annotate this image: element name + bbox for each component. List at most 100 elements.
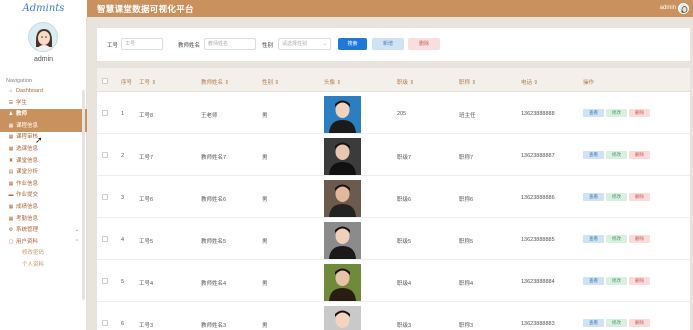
sidebar-scrollbar[interactable] [82, 90, 85, 300]
sidebar-item-dashboard[interactable]: ⌂ Dashboard [0, 86, 87, 98]
teacher-photo[interactable] [324, 96, 361, 133]
col-phone[interactable]: 电话 ⇕ [521, 78, 538, 86]
cell-rank: 职级3 [397, 323, 412, 329]
teacher-photo[interactable] [324, 180, 361, 217]
teacher-photo[interactable] [324, 264, 361, 301]
cell-phone: 13623888883 [521, 321, 555, 327]
chevron-down-icon: ⌄ [74, 227, 79, 234]
edit-button[interactable]: 修改 [606, 319, 627, 327]
grid-icon: ▦ [8, 134, 14, 141]
sidebar-username: admin [33, 56, 54, 63]
sidebar-item-teachers[interactable]: ♟ 教师 [0, 109, 87, 121]
edit-button[interactable]: 修改 [606, 109, 627, 117]
col-rank[interactable]: 职级 ⇕ [397, 78, 414, 86]
search-button[interactable]: 搜索 [338, 38, 367, 50]
add-button[interactable]: 新增 [372, 38, 404, 50]
row-checkbox[interactable] [102, 194, 108, 200]
sidebar-item-grades[interactable]: ▦ 成绩信息 [0, 202, 87, 214]
cell-rank: 职级4 [397, 281, 412, 287]
cell-name: 教师姓名5 [201, 239, 227, 245]
cell-phone: 13623888888 [521, 111, 555, 117]
cell-name: 教师姓名6 [201, 197, 227, 203]
edit-button[interactable]: 修改 [606, 235, 627, 243]
cell-title: 职称5 [459, 239, 474, 245]
view-button[interactable]: 查看 [583, 151, 604, 159]
view-button[interactable]: 查看 [583, 193, 604, 201]
teacher-photo[interactable] [324, 306, 361, 330]
col-title[interactable]: 职称 ⇕ [459, 78, 476, 86]
doc-icon: ▢ [8, 238, 14, 245]
view-button[interactable]: 查看 [583, 109, 604, 117]
view-button[interactable]: 查看 [583, 235, 604, 243]
table-row[interactable]: 6 工号3 教师姓名3 男 职级3 职称3 13623888883 查看 修改 删除 [97, 303, 690, 330]
table-row[interactable]: 5 工号4 教师姓名4 男 职级4 职称4 13623888884 查看 修改 删除 [97, 261, 690, 302]
col-id[interactable]: 工号 ⇕ [139, 78, 156, 86]
sidebar-subitem-personal-info[interactable]: 个人资料 [0, 260, 87, 272]
header-username[interactable]: admin [660, 5, 676, 11]
row-delete-button[interactable]: 删除 [629, 277, 650, 285]
row-checkbox[interactable] [102, 278, 108, 284]
header-avatar[interactable] [678, 3, 689, 14]
sidebar-item-course-selection[interactable]: ▦ 选课信息 [0, 144, 87, 156]
edit-button[interactable]: 修改 [606, 193, 627, 201]
sidebar: Admints admin Navigation ⌂ Dashboard ☰ 学生 … [0, 0, 87, 330]
cell-name: 教师姓名4 [201, 281, 227, 287]
sidebar-item-homework-submit[interactable]: ▬ 作业提交 [0, 190, 87, 202]
view-button[interactable]: 查看 [583, 319, 604, 327]
col-avatar[interactable]: 头像 ⇕ [324, 78, 341, 86]
sidebar-item-homework-info[interactable]: ▦ 作业信息 [0, 179, 87, 191]
gender-select[interactable]: 请选择性别 ⌄ [278, 38, 331, 50]
row-checkbox[interactable] [102, 236, 108, 242]
row-delete-button[interactable]: 删除 [629, 235, 650, 243]
cell-phone: 13623888886 [521, 195, 555, 201]
portrait-image [324, 138, 361, 175]
col-name[interactable]: 教师姓名 ⇕ [201, 78, 229, 86]
teacher-id-input[interactable]: 工号 [121, 38, 163, 50]
cell-phone: 13623888884 [521, 279, 555, 285]
row-checkbox[interactable] [102, 320, 108, 326]
teacher-name-label: 教师姓名 [178, 43, 201, 49]
cell-title: 职称3 [459, 323, 474, 329]
row-actions: 查看 修改 删除 [583, 151, 652, 159]
table-row[interactable]: 2 工号7 教师姓名7 男 职级7 职称7 13623888887 查看 修改 删除 [97, 135, 690, 176]
delete-button[interactable]: 删除 [408, 38, 440, 50]
sidebar-item-attendance[interactable]: ▦ 考勤信息 [0, 214, 87, 226]
row-delete-button[interactable]: 删除 [629, 151, 650, 159]
select-all-checkbox[interactable] [102, 78, 108, 84]
teacher-name-input[interactable]: 教师姓名 [204, 38, 256, 50]
cell-gender: 男 [262, 113, 268, 119]
cell-rank: 205 [397, 111, 407, 117]
teacher-photo[interactable] [324, 138, 361, 175]
sidebar-item-user-profile[interactable]: ▢ 用户资料 ⌃ [0, 237, 87, 249]
row-checkbox[interactable] [102, 152, 108, 158]
sidebar-item-class-info[interactable]: ♜ 课堂信息 [0, 156, 87, 168]
edit-button[interactable]: 修改 [606, 277, 627, 285]
sidebar-item-course-info[interactable]: ▦ 课程信息 [0, 120, 87, 133]
sidebar-item-class-analysis[interactable]: ▤ 课堂分析 [0, 167, 87, 179]
edit-button[interactable]: 修改 [606, 151, 627, 159]
teacher-photo[interactable] [324, 222, 361, 259]
table-row[interactable]: 1 工号8 王老师 男 205 班主任 13623888888 查看 修改 删除 [97, 93, 690, 134]
user-icon: ☰ [8, 99, 14, 106]
table-row[interactable]: 4 工号5 教师姓名5 男 职级5 职称5 13623888885 查看 修改 删除 [97, 219, 690, 260]
cell-title: 职称7 [459, 155, 474, 161]
col-gender[interactable]: 性别 ⇕ [262, 78, 279, 86]
sidebar-item-course-review[interactable]: ▦ 课程审核 [0, 132, 87, 144]
portrait-image [324, 180, 361, 217]
col-actions: 操作 [583, 80, 595, 86]
view-button[interactable]: 查看 [583, 277, 604, 285]
row-checkbox[interactable] [102, 110, 108, 116]
row-delete-button[interactable]: 删除 [629, 109, 650, 117]
row-actions: 查看 修改 删除 [583, 235, 652, 243]
sidebar-subitem-change-password[interactable]: 修改密码 [0, 248, 87, 260]
table-row[interactable]: 3 工号6 教师姓名6 男 职级6 职称6 13623888886 查看 修改 删除 [97, 177, 690, 218]
row-delete-button[interactable]: 删除 [629, 319, 650, 327]
sidebar-item-students[interactable]: ☰ 学生 [0, 98, 87, 110]
cell-phone: 13623888887 [521, 153, 555, 159]
sidebar-item-system[interactable]: ⚙ 系统管理 ⌄ [0, 225, 87, 237]
cell-gender: 男 [262, 323, 268, 329]
chevron-up-icon: ⌃ [74, 238, 79, 245]
row-delete-button[interactable]: 删除 [629, 193, 650, 201]
app-title: 智慧课堂数据可视化平台 [97, 4, 194, 14]
avatar[interactable] [28, 22, 58, 52]
